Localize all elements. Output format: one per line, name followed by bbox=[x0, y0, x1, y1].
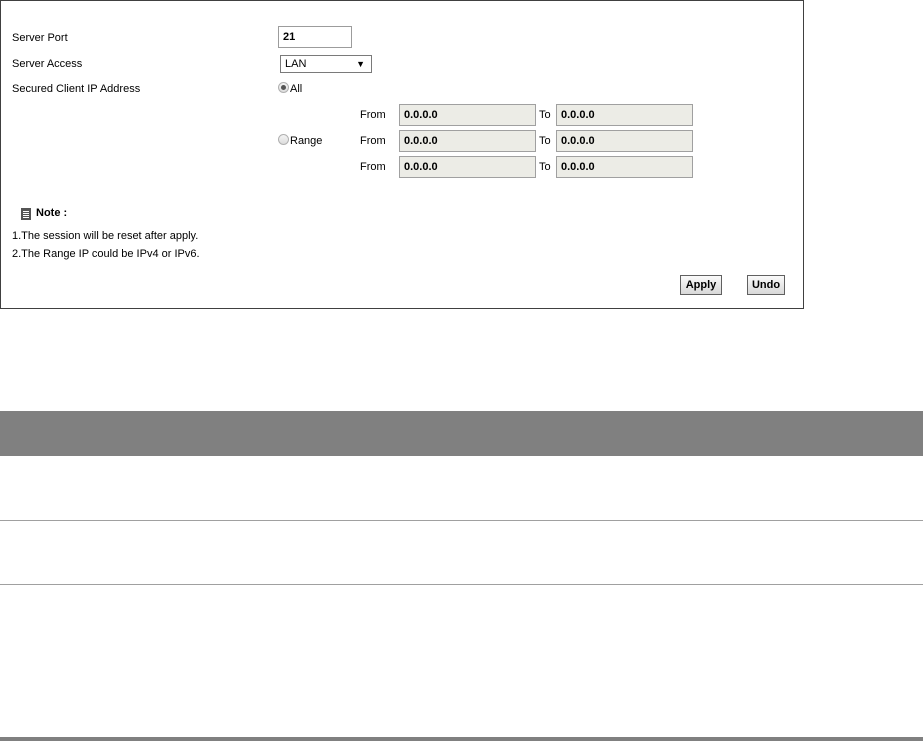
radio-all-label: All bbox=[290, 83, 303, 95]
chevron-down-icon: ▼ bbox=[356, 59, 365, 69]
server-access-select[interactable]: LAN ▼ bbox=[280, 55, 372, 73]
server-access-selected: LAN bbox=[285, 58, 307, 70]
radio-range-label: Range bbox=[290, 135, 323, 147]
from-label: From bbox=[360, 109, 386, 121]
from-label: From bbox=[360, 135, 386, 147]
range-to-input[interactable] bbox=[556, 156, 693, 178]
table-bottom-border bbox=[0, 737, 923, 741]
from-label: From bbox=[360, 161, 386, 173]
radio-all[interactable] bbox=[278, 82, 289, 93]
range-to-input[interactable] bbox=[556, 104, 693, 126]
undo-button[interactable]: Undo bbox=[747, 275, 785, 295]
to-label: To bbox=[539, 135, 551, 147]
note-line: 2.The Range IP could be IPv4 or IPv6. bbox=[12, 248, 200, 260]
table-row-divider bbox=[0, 520, 923, 521]
server-access-label: Server Access bbox=[12, 58, 83, 70]
server-port-input[interactable] bbox=[278, 26, 352, 48]
note-title: Note : bbox=[36, 207, 68, 219]
note-icon bbox=[21, 208, 31, 220]
range-from-input[interactable] bbox=[399, 104, 536, 126]
secured-client-ip-label: Secured Client IP Address bbox=[12, 83, 141, 95]
range-to-input[interactable] bbox=[556, 130, 693, 152]
apply-button[interactable]: Apply bbox=[680, 275, 722, 295]
range-from-input[interactable] bbox=[399, 156, 536, 178]
range-from-input[interactable] bbox=[399, 130, 536, 152]
radio-range[interactable] bbox=[278, 134, 289, 145]
table-header bbox=[0, 411, 923, 456]
server-port-label: Server Port bbox=[12, 32, 68, 44]
table-row-divider bbox=[0, 584, 923, 585]
settings-panel: Server Port Server Access LAN ▼ Secured … bbox=[0, 0, 804, 309]
to-label: To bbox=[539, 161, 551, 173]
to-label: To bbox=[539, 109, 551, 121]
note-line: 1.The session will be reset after apply. bbox=[12, 230, 199, 242]
